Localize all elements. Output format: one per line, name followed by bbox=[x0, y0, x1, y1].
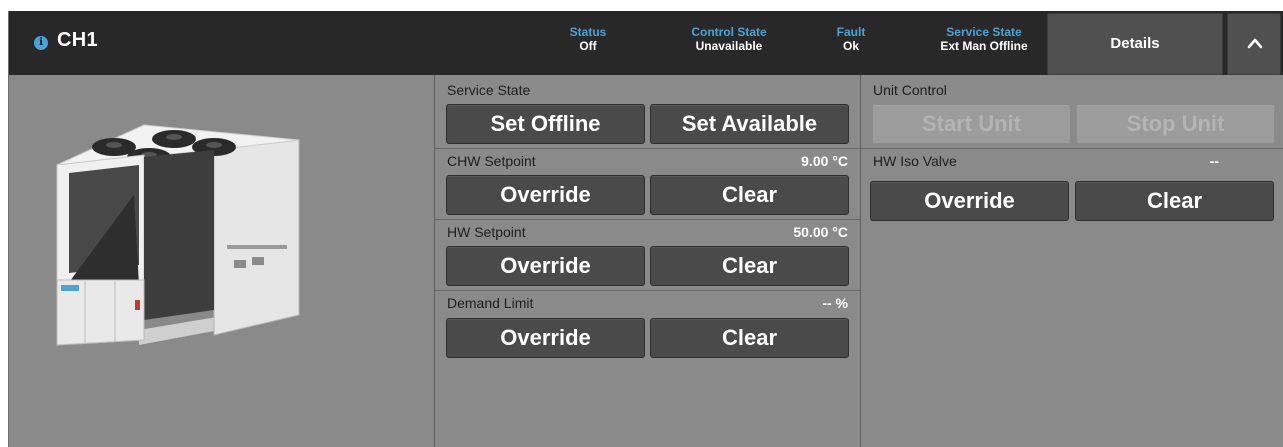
start-unit-button[interactable]: Start Unit bbox=[872, 104, 1071, 144]
hw-iso-valve-value: -- bbox=[1209, 153, 1219, 169]
hw-iso-valve-clear-button[interactable]: Clear bbox=[1075, 181, 1274, 221]
details-button[interactable]: Details bbox=[1047, 13, 1223, 75]
demand-limit-value: -- % bbox=[822, 295, 848, 311]
service-state-indicator: Service State Ext Man Offline bbox=[940, 25, 1027, 54]
demand-limit-override-button[interactable]: Override bbox=[446, 318, 645, 358]
service-state-label: Service State bbox=[946, 25, 1022, 39]
hw-iso-valve-override-button[interactable]: Override bbox=[870, 181, 1069, 221]
unit-control-label: Unit Control bbox=[873, 82, 947, 98]
chevron-up-icon bbox=[1247, 38, 1263, 49]
control-state-value: Unavailable bbox=[695, 39, 763, 53]
info-icon[interactable]: i bbox=[34, 36, 48, 50]
equipment-panel: i CH1 Status Off Control State Unavailab… bbox=[8, 11, 1283, 447]
column-divider-right bbox=[860, 75, 861, 447]
hw-setpoint-clear-button[interactable]: Clear bbox=[650, 246, 849, 286]
set-offline-button[interactable]: Set Offline bbox=[446, 104, 645, 144]
control-state-label: Control State bbox=[691, 25, 767, 39]
panel-header: i CH1 Status Off Control State Unavailab… bbox=[9, 11, 1283, 75]
service-state-value: Ext Man Offline bbox=[940, 39, 1028, 53]
hw-setpoint-value: 50.00 °C bbox=[793, 224, 848, 240]
section-divider bbox=[435, 219, 860, 220]
column-divider-left bbox=[434, 75, 435, 447]
hw-setpoint-override-button[interactable]: Override bbox=[446, 246, 645, 286]
section-divider bbox=[435, 148, 860, 149]
section-divider bbox=[435, 290, 860, 291]
chw-setpoint-clear-button[interactable]: Clear bbox=[650, 175, 849, 215]
stop-unit-button[interactable]: Stop Unit bbox=[1076, 104, 1275, 144]
collapse-button[interactable] bbox=[1227, 13, 1281, 75]
fault-value: Ok bbox=[842, 39, 860, 53]
status-indicator: Status Off bbox=[570, 25, 607, 54]
chiller-unit-image bbox=[56, 124, 300, 346]
fault-indicator: Fault Ok bbox=[837, 25, 866, 54]
hw-iso-valve-label: HW Iso Valve bbox=[873, 153, 957, 169]
chw-setpoint-value: 9.00 °C bbox=[801, 153, 848, 169]
equipment-image-area bbox=[9, 75, 434, 447]
section-divider bbox=[861, 148, 1283, 149]
chw-setpoint-override-button[interactable]: Override bbox=[446, 175, 645, 215]
hw-setpoint-label: HW Setpoint bbox=[447, 224, 526, 240]
fault-label: Fault bbox=[836, 25, 866, 39]
status-value: Off bbox=[579, 39, 597, 53]
demand-limit-label: Demand Limit bbox=[447, 295, 534, 311]
status-label: Status bbox=[569, 25, 607, 39]
demand-limit-clear-button[interactable]: Clear bbox=[650, 318, 849, 358]
page-title: CH1 bbox=[57, 29, 98, 51]
set-available-button[interactable]: Set Available bbox=[650, 104, 849, 144]
chw-setpoint-label: CHW Setpoint bbox=[447, 153, 536, 169]
control-state-indicator: Control State Unavailable bbox=[691, 25, 766, 54]
service-state-section-label: Service State bbox=[447, 82, 531, 98]
